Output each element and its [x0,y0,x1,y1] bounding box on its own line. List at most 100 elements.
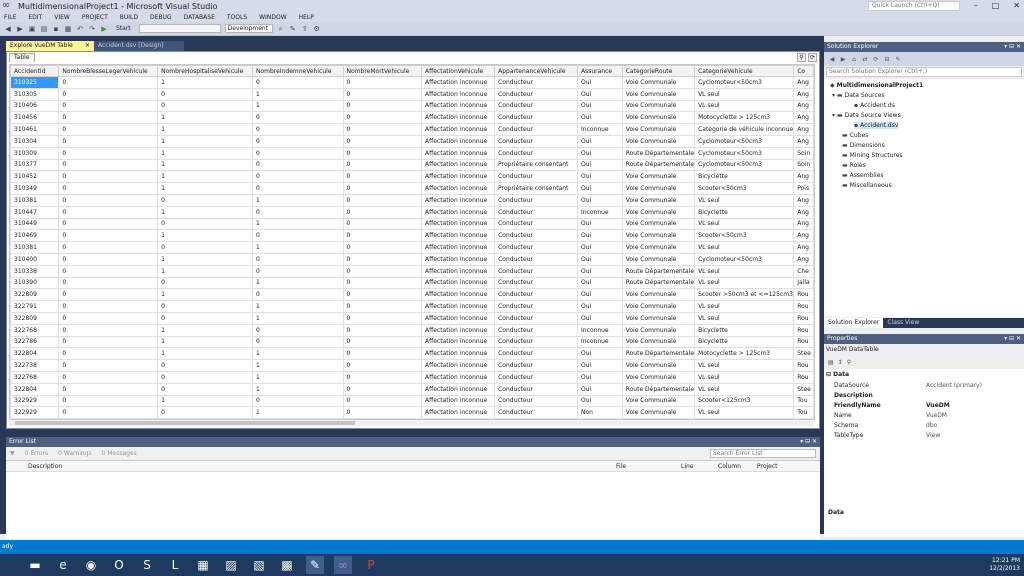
table-cell[interactable]: Conducteur [494,406,578,419]
table-cell[interactable]: Affectation inconnue [420,300,496,313]
table-cell[interactable]: Inconnue [576,335,623,349]
table-cell[interactable]: 1 [157,134,253,148]
menu-file[interactable]: FILE [4,14,16,21]
table-cell[interactable]: 0 [58,335,159,349]
table-cell[interactable]: 1 [157,111,253,125]
table-cell[interactable]: 0 [342,158,423,172]
table-cell[interactable]: Voie Communale [621,111,696,125]
table-cell[interactable]: Affectation inconnue [420,76,496,89]
column-header[interactable]: AccidentId [10,65,60,77]
table-cell[interactable]: Catégorie de véhicule inconnue [694,123,795,136]
table-cell[interactable]: Oui [576,229,623,243]
tree-item-mining-structures[interactable]: ▬ Mining Structures [842,152,903,159]
table-cell[interactable]: Oui [576,217,623,231]
table-cell[interactable]: 322804 [10,347,60,361]
table-cell[interactable]: 0 [342,134,423,148]
menu-debug[interactable]: DEBUG [150,14,172,21]
table-cell[interactable]: Voie Communale [621,370,696,384]
table-cell[interactable]: 1 [251,87,344,101]
table-cell[interactable]: Motocyclette > 125cm3 [694,347,795,361]
table-cell[interactable]: Conducteur [494,205,578,219]
table-cell[interactable]: Oui [576,311,623,325]
table-cell[interactable]: Affectation inconnue [420,394,496,408]
table-cell[interactable]: 0 [58,76,159,89]
table-cell[interactable]: Voie Communale [621,311,696,325]
table-cell[interactable]: 1 [251,359,344,372]
prop-row[interactable]: Name VueDM [834,411,1022,421]
table-cell[interactable]: Rou [793,370,814,384]
table-cell[interactable]: 0 [342,229,423,243]
table-cell[interactable]: Voie Communale [621,193,696,207]
table-cell[interactable]: 310325 [10,76,60,89]
table-cell[interactable]: Cyclomoteur<50cm3 [694,146,795,160]
table-cell[interactable]: Affectation inconnue [420,99,496,113]
col-column[interactable]: Column [718,463,741,470]
property-pages-icon[interactable]: ⚲ [847,359,851,366]
table-cell[interactable]: Oui [576,347,623,361]
app-icon[interactable]: ▨ [222,556,240,574]
table-cell[interactable]: 0 [58,276,159,290]
tab-close-icon[interactable]: ✕ [85,41,90,51]
undo-icon[interactable]: ↶ [76,25,84,33]
table-cell[interactable]: Oui [576,288,623,302]
error-list-controls[interactable]: ▾ ⊟ ✕ [800,437,817,447]
table-cell[interactable]: Rou [793,311,814,325]
table-cell[interactable]: 0 [58,370,159,384]
table-cell[interactable]: 0 [251,335,344,349]
table-row[interactable]: 310447 0 1 0 0 Affectation inconnue Conducteur… [10,205,814,219]
table-cell[interactable]: 322929 [10,394,60,408]
table-cell[interactable]: Inconnue [576,323,623,337]
table-cell[interactable]: Route Départementale [621,146,696,160]
tree-item-cubes[interactable]: ▬ Cubes [842,132,868,139]
table-cell[interactable]: Conducteur [494,76,578,89]
tab-dsv-design[interactable]: Accident.dsv [Design] [94,41,184,51]
table-cell[interactable]: Oui [576,300,623,313]
table-cell[interactable]: 0 [342,359,423,372]
table-cell[interactable]: 0 [342,123,423,136]
table-cell[interactable]: Ang [793,99,814,113]
refresh-icon[interactable]: ⟳ [808,53,817,62]
table-cell[interactable]: 0 [342,276,423,290]
table-cell[interactable]: Conducteur [494,264,578,278]
table-row[interactable]: 310449 0 0 1 0 Affectation inconnue Conducteur… [10,217,814,231]
table-cell[interactable]: 310456 [10,111,60,125]
table-cell[interactable]: VL seul [694,99,795,113]
prop-row[interactable]: DataSource Accident (primary) [834,381,1022,391]
table-cell[interactable]: Scooter<50cm3 [694,229,795,243]
tree-item-miscellaneous[interactable]: ▬ Miscellaneous [842,182,892,189]
table-row[interactable]: 322786 0 1 0 0 Affectation inconnue Conducteur… [10,335,814,349]
table-cell[interactable]: Ang [793,205,814,219]
firefox-icon[interactable]: ◉ [82,556,100,574]
col-project[interactable]: Project [757,463,778,470]
table-cell[interactable]: Conducteur [494,370,578,384]
table-cell[interactable]: VL seul [694,264,795,278]
table-cell[interactable]: Cyclomoteur<50cm3 [694,158,795,172]
table-cell[interactable]: 0 [58,217,159,231]
tab-solution-explorer[interactable]: Solution Explorer [824,318,884,328]
table-cell[interactable]: Propriétaire consentant [494,158,578,172]
table-cell[interactable]: Ang [793,111,814,125]
tree-item-accident-ds[interactable]: ▪ Accident.ds [854,102,895,109]
table-cell[interactable]: 0 [342,146,423,160]
column-header[interactable]: Co [793,65,814,77]
table-cell[interactable]: Conducteur [494,146,578,160]
table-cell[interactable]: Conducteur [494,170,578,184]
table-cell[interactable]: 0 [58,406,159,419]
table-cell[interactable]: 1 [157,170,253,184]
lync-icon[interactable]: L [166,556,184,574]
table-cell[interactable]: 0 [157,276,253,290]
table-cell[interactable]: Affectation inconnue [420,335,496,349]
table-cell[interactable]: 0 [251,252,344,266]
table-row[interactable]: 310469 0 1 0 0 Affectation inconnue Conducteur… [10,229,814,243]
table-cell[interactable]: 310447 [10,205,60,219]
back-icon[interactable]: ◀ [4,25,12,33]
alphabetical-icon[interactable]: ↕ [838,359,843,366]
table-cell[interactable]: 0 [251,123,344,136]
table-cell[interactable]: 310452 [10,170,60,184]
table-cell[interactable]: Affectation inconnue [420,217,496,231]
table-cell[interactable]: Affectation inconnue [420,382,496,396]
table-cell[interactable]: 0 [58,264,159,278]
forward-icon[interactable]: ▶ [839,56,847,63]
table-cell[interactable]: Conducteur [494,394,578,408]
app-icon[interactable]: ✎ [306,556,324,574]
